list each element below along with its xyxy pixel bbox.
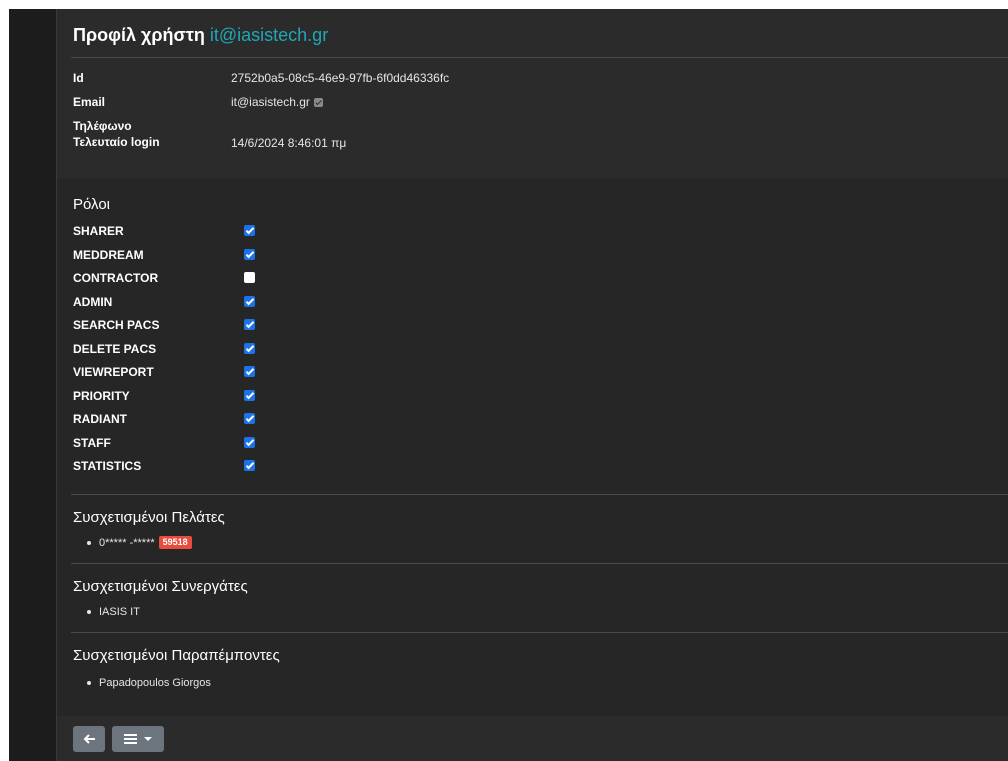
role-label: STATISTICS <box>73 459 142 473</box>
role-row: STATISTICS <box>73 457 293 475</box>
customer-item: 0***** -***** 59518 <box>87 535 192 551</box>
page-title: Προφίλ χρήστη it@iasistech.gr <box>73 25 328 46</box>
role-row: VIEWREPORT <box>73 363 293 381</box>
id-value: 2752b0a5-08c5-46e9-97fb-6f0dd46336fc <box>231 71 450 85</box>
page-frame: Προφίλ χρήστη it@iasistech.gr Id 2752b0a… <box>9 9 1008 761</box>
role-row: STAFF <box>73 434 293 452</box>
email-value-row: it@iasistech.gr <box>231 95 323 109</box>
customers-title: Συσχετισμένοι Πελάτες <box>73 509 225 526</box>
email-value: it@iasistech.gr <box>231 95 310 109</box>
arrow-left-icon <box>83 734 95 744</box>
hamburger-menu-icon <box>124 734 137 744</box>
role-row: PRIORITY <box>73 387 293 405</box>
role-label: ADMIN <box>73 294 113 309</box>
partner-item: IASIS IT <box>87 604 140 620</box>
role-checkbox[interactable] <box>244 272 255 283</box>
referrers-title: Συσχετισμένοι Παραπέμποντες <box>73 647 280 664</box>
role-checkbox[interactable] <box>244 342 255 354</box>
profile-body: Ρόλοι SHARER MEDDREAM CONTRACTOR ADMIN SEARC… <box>57 179 1008 716</box>
role-row: ADMIN <box>73 293 293 311</box>
role-label: RADIANT <box>73 412 127 426</box>
left-sidebar <box>9 9 56 761</box>
email-confirmed-check-icon <box>313 98 323 107</box>
role-checkbox[interactable] <box>244 413 255 424</box>
role-checkbox[interactable] <box>244 366 255 377</box>
role-label: VIEWREPORT <box>73 365 154 379</box>
role-row: SEARCH PACS <box>73 316 293 334</box>
page-title-email: it@iasistech.gr <box>209 25 329 45</box>
last-login-label: Τελευταίο login <box>73 135 160 149</box>
role-label: SEARCH PACS <box>73 318 160 332</box>
role-checkbox[interactable] <box>244 436 255 448</box>
partner-name: IASIS IT <box>99 606 140 618</box>
profile-footer <box>57 716 1008 761</box>
role-label: STAFF <box>73 435 111 450</box>
role-row: MEDDREAM <box>73 246 293 264</box>
referrer-name: Papadopoulos Giorgos <box>99 677 211 689</box>
role-label: CONTRACTOR <box>73 271 159 285</box>
customer-badge: 59518 <box>158 536 192 549</box>
role-label: PRIORITY <box>73 388 130 403</box>
role-row: DELETE PACS <box>73 340 293 358</box>
partners-divider <box>71 632 1008 633</box>
referrer-item: Papadopoulos Giorgos <box>87 675 211 691</box>
role-checkbox[interactable] <box>244 460 255 471</box>
role-checkbox[interactable] <box>244 248 255 260</box>
id-label: Id <box>73 71 84 85</box>
customers-divider <box>71 563 1008 564</box>
role-row: SHARER <box>73 222 293 240</box>
header-divider <box>71 57 1008 58</box>
role-checkbox[interactable] <box>244 389 255 401</box>
actions-menu-button[interactable] <box>112 726 164 752</box>
role-checkbox[interactable] <box>244 225 255 236</box>
profile-header: Προφίλ χρήστη it@iasistech.gr Id 2752b0a… <box>57 9 1008 179</box>
partners-title: Συσχετισμένοι Συνεργάτες <box>73 578 248 595</box>
roles-divider <box>71 494 1008 495</box>
role-row: CONTRACTOR <box>73 269 293 287</box>
role-checkbox[interactable] <box>244 295 255 307</box>
role-row: RADIANT <box>73 410 293 428</box>
customers-list: 0***** -***** 59518 <box>87 535 192 551</box>
customer-name: 0***** -***** <box>99 537 155 549</box>
page-title-prefix: Προφίλ χρήστη <box>73 25 205 45</box>
email-label: Email <box>73 95 106 109</box>
user-profile-card: Προφίλ χρήστη it@iasistech.gr Id 2752b0a… <box>56 9 1008 761</box>
back-button[interactable] <box>73 726 105 752</box>
phone-label: Τηλέφωνο <box>73 119 132 133</box>
role-label: DELETE PACS <box>73 341 157 356</box>
partners-list: IASIS IT <box>87 604 140 620</box>
role-label: MEDDREAM <box>73 247 144 262</box>
role-checkbox[interactable] <box>244 319 255 330</box>
chevron-down-icon <box>144 737 152 741</box>
roles-title: Ρόλοι <box>73 196 111 213</box>
last-login-value: 14/6/2024 8:46:01 πμ <box>231 136 347 150</box>
role-label: SHARER <box>73 224 124 238</box>
referrers-list: Papadopoulos Giorgos <box>87 675 211 691</box>
